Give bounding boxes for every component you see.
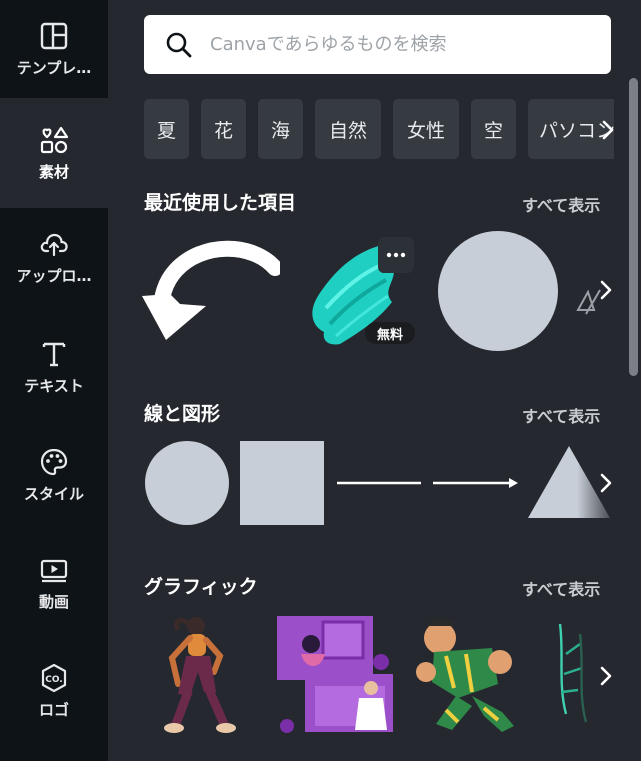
sidebar-item-logo[interactable]: CO. ロゴ: [0, 642, 108, 740]
chip-sea[interactable]: 海: [258, 99, 303, 159]
logo-co-icon: CO.: [41, 663, 67, 692]
upload-cloud-icon: [40, 233, 68, 256]
chevron-right-icon: [600, 666, 612, 686]
graphics-see-all-link[interactable]: すべて表示: [522, 576, 600, 600]
recent-next-button[interactable]: [591, 270, 621, 310]
football-player-illustration[interactable]: [406, 612, 530, 738]
sidebar-item-label: テキスト: [24, 376, 84, 395]
chip-summer[interactable]: 夏: [144, 99, 189, 159]
recent-see-all-link[interactable]: すべて表示: [522, 192, 600, 216]
graphics-section-title: グラフィック: [144, 576, 258, 598]
sidebar-item-label: スタイル: [23, 484, 84, 503]
text-icon: [42, 342, 66, 366]
chevron-right-icon: [600, 280, 612, 300]
shapes-see-all-link[interactable]: すべて表示: [522, 403, 600, 427]
more-dots-icon: [386, 252, 406, 258]
chip-flower[interactable]: 花: [201, 99, 246, 159]
sidebar-item-uploads[interactable]: アップロ…: [0, 208, 108, 306]
circle-shape-recent[interactable]: [437, 231, 559, 353]
circle-shape[interactable]: [144, 440, 230, 526]
chevron-right-icon: [602, 120, 614, 140]
more-options-button[interactable]: [378, 237, 414, 273]
sidebar-item-label: ロゴ: [38, 700, 69, 719]
shapes-section-title: 線と図形: [144, 403, 221, 425]
search-input[interactable]: [208, 33, 592, 56]
video-icon: [40, 559, 68, 582]
chip-sky[interactable]: 空: [471, 99, 516, 159]
curved-arrow-graphic[interactable]: [140, 236, 280, 346]
chip-woman[interactable]: 女性: [393, 99, 459, 159]
dancing-woman-illustration[interactable]: [160, 612, 250, 738]
sidebar-item-text[interactable]: テキスト: [0, 318, 108, 416]
purple-scene-illustration[interactable]: [275, 614, 397, 736]
graphics-next-button[interactable]: [591, 656, 621, 696]
free-badge: 無料: [365, 322, 415, 344]
elements-panel: 夏 花 海 自然 女性 空 パソコン 最近使用した項目 すべて表示 無料 線と図…: [108, 0, 641, 761]
sidebar: テンプレ… 素材 アップロ… テキスト スタイル 動画 CO. ロゴ: [0, 0, 108, 761]
template-icon: [40, 22, 68, 49]
search-icon: [166, 32, 192, 57]
elements-icon: [40, 126, 69, 153]
sidebar-item-video[interactable]: 動画: [0, 534, 108, 632]
chevron-right-icon: [600, 473, 612, 493]
scrollbar[interactable]: [629, 78, 638, 376]
arrow-line-shape[interactable]: [431, 476, 521, 490]
sidebar-item-label: 素材: [38, 162, 69, 181]
search-bar[interactable]: [144, 15, 611, 74]
sidebar-item-elements[interactable]: 素材: [0, 98, 108, 208]
line-shape[interactable]: [335, 476, 423, 490]
palette-icon: [40, 448, 68, 475]
square-shape[interactable]: [240, 440, 326, 526]
recent-section-title: 最近使用した項目: [144, 192, 297, 214]
sidebar-item-label: 動画: [38, 592, 69, 611]
sidebar-item-styles[interactable]: スタイル: [0, 426, 108, 524]
keyword-chips: 夏 花 海 自然 女性 空 パソコン: [144, 99, 614, 159]
chips-next-button[interactable]: [593, 112, 623, 148]
chip-nature[interactable]: 自然: [315, 99, 381, 159]
svg-text:CO.: CO.: [45, 675, 62, 685]
sidebar-item-label: アップロ…: [16, 266, 92, 285]
sidebar-item-templates[interactable]: テンプレ…: [0, 0, 108, 98]
sidebar-item-label: テンプレ…: [16, 58, 92, 77]
shapes-next-button[interactable]: [591, 463, 621, 503]
plant-graphic-partial[interactable]: [548, 614, 596, 724]
